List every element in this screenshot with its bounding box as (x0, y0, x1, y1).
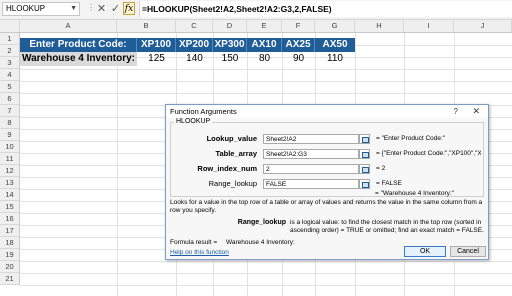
row-header[interactable]: 9 (0, 129, 20, 141)
insert-function-button[interactable]: fx (123, 2, 135, 15)
column-header[interactable]: J (454, 20, 512, 32)
product-code-cell[interactable]: AX50 (315, 38, 355, 52)
inventory-value-cell[interactable]: 90 (282, 52, 315, 66)
table-array-input[interactable]: Sheet2!A2:G3 (263, 149, 359, 159)
select-all-corner[interactable] (0, 20, 20, 32)
product-code-cell[interactable]: XP300 (213, 38, 247, 52)
grid-line (20, 285, 512, 286)
row-header[interactable]: 7 (0, 105, 20, 117)
arg-result: = FALSE (376, 180, 402, 187)
column-header[interactable]: I (404, 20, 454, 32)
row-header[interactable]: 13 (0, 177, 20, 189)
product-code-cell[interactable]: XP200 (176, 38, 213, 52)
collapse-dialog-icon[interactable] (359, 149, 370, 159)
overall-result: = "Warehouse 4 Inventory:" (375, 190, 454, 197)
arg-result: = "Enter Product Code:" (376, 135, 446, 142)
chevron-down-icon[interactable]: ▼ (70, 3, 77, 15)
help-icon[interactable]: ? (454, 105, 458, 118)
cancel-icon[interactable]: ✕ (95, 2, 108, 16)
grid-line (20, 69, 512, 70)
arg-label-lookup-value: Lookup_value (206, 134, 257, 143)
collapse-dialog-icon[interactable] (359, 179, 370, 189)
column-header[interactable]: D (213, 20, 247, 32)
row-header[interactable]: 20 (0, 261, 20, 273)
grid-line (20, 273, 512, 274)
arg-help-text: is a logical value: to find the closest … (290, 219, 484, 234)
product-code-cell[interactable]: XP100 (137, 38, 176, 52)
collapse-dialog-icon[interactable] (359, 164, 370, 174)
cancel-button[interactable]: Cancel (450, 246, 486, 257)
row-header[interactable]: 6 (0, 93, 20, 105)
formula-result-value: Warehouse 4 Inventory: (226, 239, 295, 246)
close-icon[interactable]: ✕ (472, 105, 480, 118)
lookup-value-input[interactable]: Sheet2!A2 (263, 134, 359, 144)
row-header[interactable]: 16 (0, 213, 20, 225)
grid-line (20, 261, 512, 262)
column-header[interactable]: H (355, 20, 404, 32)
product-code-cell[interactable]: AX10 (247, 38, 282, 52)
arg-result: = {"Enter Product Code:","XP100","XP200" (376, 150, 481, 157)
grid-line (20, 81, 512, 82)
dialog-title-bar[interactable]: Function Arguments ? ✕ (166, 105, 488, 118)
row-header[interactable]: 21 (0, 273, 20, 285)
column-header[interactable]: A (20, 20, 117, 32)
enter-icon[interactable]: ✓ (109, 2, 122, 16)
column-headers: A B C D E F G H I J (0, 20, 512, 33)
row-header[interactable]: 8 (0, 117, 20, 129)
inventory-value-cell[interactable]: 140 (176, 52, 213, 66)
row-header[interactable]: 5 (0, 81, 20, 93)
inventory-value-cell[interactable]: 125 (137, 52, 176, 66)
inventory-value-cell[interactable]: 150 (213, 52, 247, 66)
row-header[interactable]: 12 (0, 165, 20, 177)
name-box-value: HLOOKUP (6, 4, 46, 13)
row-header[interactable]: 11 (0, 153, 20, 165)
formula-bar: HLOOKUP ▼ ⋮ ✕ ✓ fx =HLOOKUP(Sheet2!A2,Sh… (0, 0, 512, 20)
name-box[interactable]: HLOOKUP ▼ (2, 2, 80, 16)
row-header[interactable]: 14 (0, 189, 20, 201)
inventory-value-cell[interactable]: 80 (247, 52, 282, 66)
arg-help-name: Range_lookup (237, 219, 286, 226)
row-index-num-input[interactable]: 2 (263, 164, 359, 174)
column-header[interactable]: C (176, 20, 213, 32)
formula-result-label: Formula result = (170, 239, 218, 246)
header-label-cell[interactable]: Enter Product Code: (20, 38, 137, 52)
formula-input[interactable]: =HLOOKUP(Sheet2!A2,Sheet2!A2:G3,2,FALSE) (139, 1, 512, 17)
function-name: HLOOKUP (174, 118, 213, 125)
row-header[interactable]: 17 (0, 225, 20, 237)
help-on-function-link[interactable]: Help on this function (170, 249, 229, 256)
function-arguments-dialog: Function Arguments ? ✕ HLOOKUP Lookup_va… (165, 104, 489, 260)
column-header[interactable]: B (117, 20, 176, 32)
arg-label-range-lookup: Range_lookup (208, 179, 257, 188)
function-description: Looks for a value in the top row of a ta… (170, 199, 483, 214)
arg-label-table-array: Table_array (215, 149, 257, 158)
product-code-cell[interactable]: AX25 (282, 38, 315, 52)
arg-result: = 2 (376, 165, 386, 172)
column-header[interactable]: G (315, 20, 355, 32)
row-header[interactable]: 4 (0, 69, 20, 81)
grid-line (20, 93, 512, 94)
column-header[interactable]: F (282, 20, 315, 32)
dialog-title: Function Arguments (170, 107, 237, 116)
inventory-label-cell[interactable]: Warehouse 4 Inventory: (20, 52, 137, 66)
row-header[interactable]: 3 (0, 57, 20, 69)
row-header[interactable]: 18 (0, 237, 20, 249)
row-header[interactable]: 1 (0, 33, 20, 45)
row-header[interactable]: 19 (0, 249, 20, 261)
row-header[interactable]: 2 (0, 45, 20, 57)
range-lookup-input[interactable]: FALSE (263, 179, 359, 189)
inventory-value-cell[interactable]: 110 (315, 52, 355, 66)
row-header[interactable]: 15 (0, 201, 20, 213)
collapse-dialog-icon[interactable] (359, 134, 370, 144)
column-header[interactable]: E (247, 20, 282, 32)
arguments-group: HLOOKUP Lookup_value Sheet2!A2 = "Enter … (170, 118, 484, 197)
arg-label-row-index-num: Row_index_num (197, 164, 257, 173)
row-header[interactable]: 10 (0, 141, 20, 153)
ok-button[interactable]: OK (404, 246, 446, 257)
drag-handle-icon[interactable]: ⋮ (87, 3, 95, 12)
